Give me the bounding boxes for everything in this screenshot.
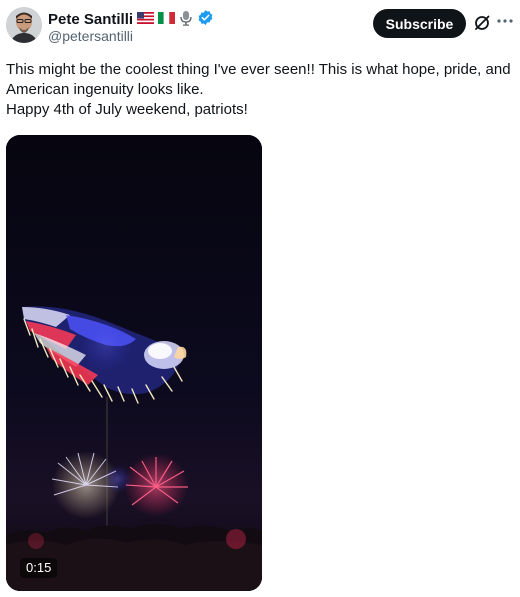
author-display-name[interactable]: Pete Santilli (48, 11, 133, 29)
author-handle[interactable]: @petersantilli (48, 28, 133, 44)
italy-flag-icon (158, 11, 176, 29)
more-options-icon[interactable] (496, 12, 514, 32)
microphone-icon (179, 10, 193, 31)
tweet-text: This might be the coolest thing I've eve… (6, 60, 511, 120)
tweet-text-line-2: Happy 4th of July weekend, patriots! (6, 101, 248, 118)
subscribe-button[interactable]: Subscribe (373, 9, 466, 38)
video-duration: 0:15 (20, 558, 58, 578)
grok-icon[interactable] (473, 14, 491, 32)
verified-badge-icon (197, 9, 214, 31)
us-flag-icon (137, 11, 155, 29)
avatar[interactable] (6, 7, 42, 43)
video-frame (6, 135, 262, 591)
tweet-text-line-1: This might be the coolest thing I've eve… (6, 61, 511, 98)
video-player[interactable]: 0:15 (6, 135, 262, 591)
